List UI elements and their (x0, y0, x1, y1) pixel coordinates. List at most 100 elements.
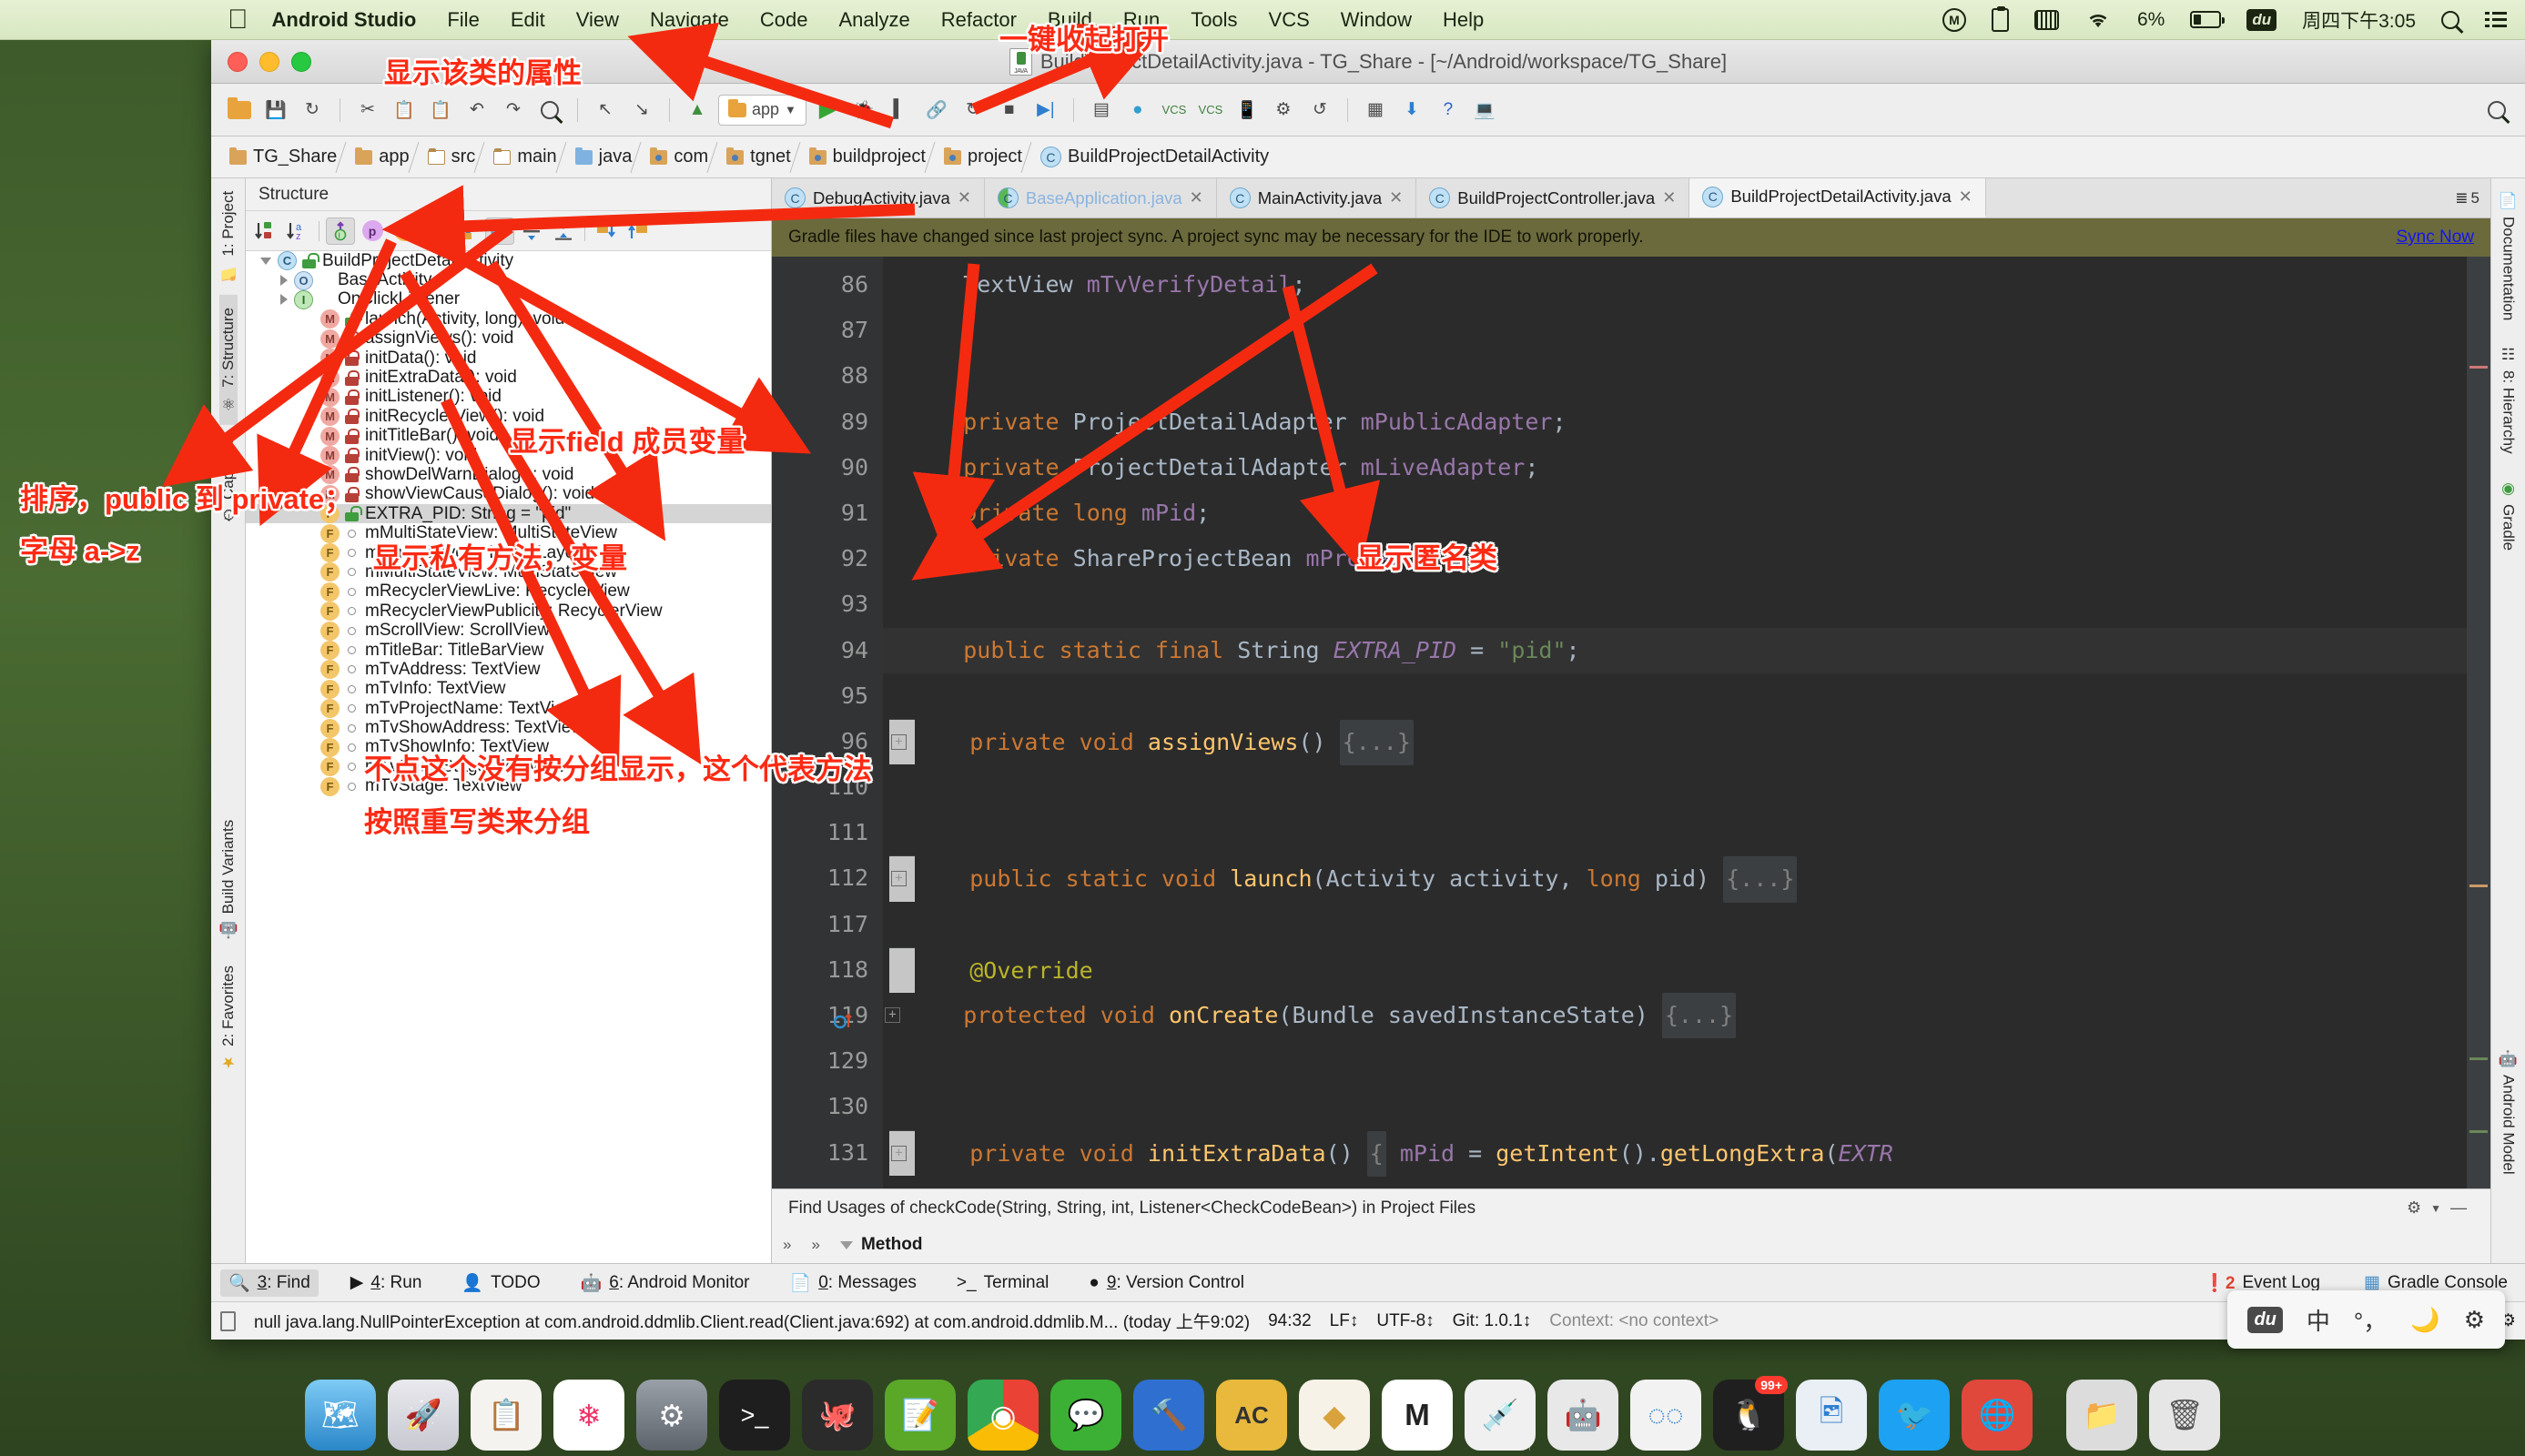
copy-icon[interactable]: 📋 (389, 95, 420, 126)
breadcrumb-item-com[interactable]: com (643, 136, 719, 178)
expand-arrow-icon[interactable] (280, 275, 288, 287)
tool-window-button[interactable]: ● 9: Version Control (1080, 1270, 1252, 1296)
structure-tree-item[interactable]: FmTvInfo: TextView (246, 679, 771, 699)
caret-position[interactable]: 94:32 (1268, 1311, 1312, 1331)
line-separator[interactable]: LF↕ (1330, 1311, 1359, 1331)
notification-center-icon[interactable] (2485, 11, 2507, 28)
structure-tree-item[interactable]: FmTvProjectName: TextView (246, 699, 771, 719)
dock-oo-icon[interactable]: ◌◌ (1630, 1380, 1701, 1451)
sort-alphabetically-button[interactable]: az (283, 217, 312, 245)
editor-tab[interactable]: C BuildProjectController.java ✕ (1416, 178, 1690, 217)
sidebar-item-build-variants[interactable]: 🤖 Build Variants (219, 807, 238, 952)
minimize-panel-icon[interactable]: — (2450, 1198, 2467, 1218)
code-text[interactable]: TextView mTvVerifyDetail; private Projec… (883, 257, 2467, 1188)
android-monitor-icon[interactable]: ● (1122, 95, 1153, 126)
warning-marker[interactable] (2469, 885, 2488, 887)
breadcrumb-item-java[interactable]: java (568, 136, 644, 178)
status-message[interactable]: null java.lang.NullPointerException at c… (254, 1309, 1250, 1333)
save-all-icon[interactable]: 💾 (260, 95, 291, 126)
breadcrumb-item-tgnet[interactable]: tgnet (719, 136, 801, 178)
coverage-icon[interactable]: ▍ (885, 95, 916, 126)
keyboard-icon[interactable] (2033, 9, 2059, 30)
dock-settings-icon[interactable]: ⚙ (636, 1380, 707, 1451)
ime-chinese-toggle[interactable]: 中 (2307, 1303, 2330, 1337)
fold-toggle-icon[interactable]: + (885, 1007, 900, 1023)
fold-toggle-icon[interactable]: + (891, 871, 907, 887)
baidu-input-icon[interactable]: du (2246, 8, 2277, 31)
search-icon[interactable] (2441, 10, 2459, 29)
fold-toggle-icon[interactable]: + (891, 733, 907, 750)
breadcrumb-item-app[interactable]: app (348, 136, 420, 178)
breadcrumb-item-buildproject[interactable]: buildproject (802, 136, 937, 178)
code-line[interactable]: private long mPid; (883, 490, 2467, 536)
forward-icon[interactable]: ↘ (626, 95, 657, 126)
code-line[interactable]: public static void launch(Activity activ… (889, 855, 1798, 903)
sidebar-item-favorites[interactable]: ★ 2: Favorites (219, 953, 238, 1084)
expand-chevron-icon[interactable]: » (783, 1236, 791, 1254)
dock-twitter-icon[interactable]: 🐦 (1879, 1380, 1950, 1451)
structure-tree-item[interactable]: Mlaunch(Activity, long): void (246, 309, 771, 329)
dock-syringe-icon[interactable]: 💉 (1465, 1380, 1536, 1451)
show-fields-button[interactable]: f (390, 217, 419, 245)
debug-icon[interactable]: 🐞 (848, 95, 879, 126)
close-tab-icon[interactable]: ✕ (958, 188, 971, 207)
structure-tree-item[interactable]: MinitData(): void (246, 349, 771, 369)
rerun-icon[interactable]: ↻ (958, 95, 989, 126)
menu-item-vcs[interactable]: VCS (1269, 8, 1310, 32)
code-line[interactable] (883, 1038, 2467, 1084)
undo-icon[interactable]: ↶ (461, 95, 492, 126)
error-marker[interactable] (2469, 366, 2488, 369)
structure-tree-item[interactable]: FmTvAddress: TextView (246, 660, 771, 680)
sidebar-item-documentation[interactable]: 📄 Documentation (2500, 178, 2518, 333)
android-device-icon[interactable]: 💻 (1469, 95, 1500, 126)
cut-icon[interactable]: ✂ (352, 95, 383, 126)
override-marker-icon[interactable] (832, 1003, 856, 1029)
sdk-manager-icon[interactable]: ⚙ (1268, 95, 1299, 126)
dock-xcode-icon[interactable]: 🔨 (1133, 1380, 1204, 1451)
dock-wechat-icon[interactable]: 💬 (1050, 1380, 1121, 1451)
breadcrumb-item-project[interactable]: project (937, 136, 1033, 178)
compile-icon[interactable]: ▲ (682, 95, 713, 126)
sync-now-link[interactable]: Sync Now (2396, 228, 2474, 248)
dock-safari-icon[interactable]: 📁 (2066, 1380, 2137, 1451)
structure-tree-item[interactable]: FmRecyclerViewPublicity: RecyclerView (246, 602, 771, 622)
chevron-down-icon[interactable]: ▼ (2430, 1202, 2441, 1215)
code-line[interactable] (883, 673, 2467, 719)
sidebar-item-gradle[interactable]: ◉ Gradle (2500, 467, 2518, 563)
sync-icon[interactable]: ↻ (297, 95, 328, 126)
code-line[interactable] (883, 810, 2467, 855)
structure-tree-item[interactable]: FmRecyclerViewLive: RecyclerView (246, 581, 771, 602)
dock-qq-icon[interactable]: 🐧 99+ (1713, 1376, 1788, 1451)
structure-tree-item[interactable]: MassignViews(): void (246, 329, 771, 349)
line-number-gutter[interactable]: 86 87 88 89 90 91 92 93 94 95 96 110 111 112 117 118 119… (772, 257, 883, 1188)
change-marker[interactable] (2469, 1057, 2488, 1060)
breadcrumb-item-src[interactable]: src (421, 136, 487, 178)
code-line[interactable] (883, 1176, 2467, 1188)
download-icon[interactable]: ⬇ (1396, 95, 1427, 126)
gear-icon[interactable]: ⚙ (2464, 1306, 2485, 1334)
structure-tree-item[interactable]: FmTvShowAddress: TextView (246, 718, 771, 738)
autoscroll-to-source-button[interactable] (592, 217, 621, 245)
open-folder-icon[interactable] (224, 95, 255, 126)
code-line[interactable] (883, 1084, 2467, 1129)
sidebar-item-hierarchy[interactable]: ☷ 8: Hierarchy (2500, 333, 2518, 467)
close-tab-icon[interactable]: ✕ (1959, 187, 1972, 207)
code-editor[interactable]: 86 87 88 89 90 91 92 93 94 95 96 110 111 112 117 118 119… (772, 257, 2490, 1188)
code-line[interactable]: protected void onCreate(Bundle savedInst… (883, 993, 2467, 1039)
close-tab-icon[interactable]: ✕ (1662, 188, 1676, 207)
back-icon[interactable]: ↖ (590, 95, 621, 126)
find-icon[interactable] (534, 95, 565, 126)
avd-manager-icon[interactable]: 📱 (1232, 95, 1262, 126)
close-tab-icon[interactable]: ✕ (1389, 188, 1403, 207)
stop-icon[interactable]: ■ (994, 95, 1025, 126)
sort-by-visibility-button[interactable] (251, 217, 280, 245)
tool-window-button[interactable]: 🤖 6: Android Monitor (573, 1269, 758, 1297)
breadcrumb-item-tg-share[interactable]: TG_Share (222, 136, 348, 178)
dock-firefox-icon[interactable]: 🌐 (1962, 1380, 2033, 1451)
editor-scrollbar[interactable] (2467, 257, 2490, 1188)
editor-tab[interactable]: C DebugActivity.java ✕ (772, 178, 985, 217)
wifi-icon[interactable] (2084, 10, 2112, 30)
clipboard-icon[interactable] (1991, 5, 2009, 32)
tool-window-button[interactable]: >_ Terminal (948, 1270, 1057, 1296)
expand-all-button[interactable] (517, 217, 546, 245)
